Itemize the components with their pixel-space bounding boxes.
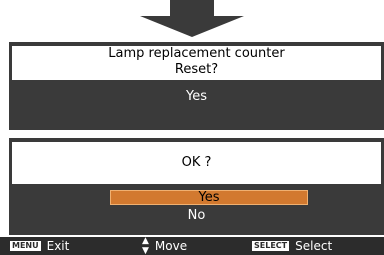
key-hint-bar: MENU Exit ▲ ▼ Move SELECT Select bbox=[0, 236, 384, 255]
ok-question: OK ? bbox=[12, 142, 381, 184]
move-label: Move bbox=[154, 239, 188, 253]
reset-message: Lamp replacement counter Reset? bbox=[12, 46, 381, 80]
message-line-1: Lamp replacement counter bbox=[108, 46, 285, 61]
reset-confirm-panel: Lamp replacement counter Reset? Yes bbox=[9, 42, 384, 130]
yes-choice: Yes bbox=[186, 89, 207, 104]
select-key-icon: SELECT bbox=[252, 241, 290, 251]
move-hint: ▲ ▼ Move bbox=[142, 236, 188, 255]
select-hint: SELECT Select bbox=[252, 239, 332, 253]
menu-key-icon: MENU bbox=[10, 241, 41, 251]
down-arrow-icon bbox=[140, 0, 244, 37]
select-label: Select bbox=[295, 239, 333, 253]
up-down-arrows-icon: ▲ ▼ bbox=[142, 236, 149, 255]
ok-confirm-panel: OK ? Yes No bbox=[9, 138, 384, 235]
exit-hint: MENU Exit bbox=[10, 239, 69, 253]
yes-option[interactable]: Yes bbox=[110, 190, 308, 205]
no-option[interactable]: No bbox=[9, 208, 384, 223]
message-line-2: Reset? bbox=[174, 62, 219, 77]
exit-label: Exit bbox=[46, 239, 70, 253]
projector-menu-screen: Lamp replacement counter Reset? Yes OK ?… bbox=[0, 0, 384, 255]
